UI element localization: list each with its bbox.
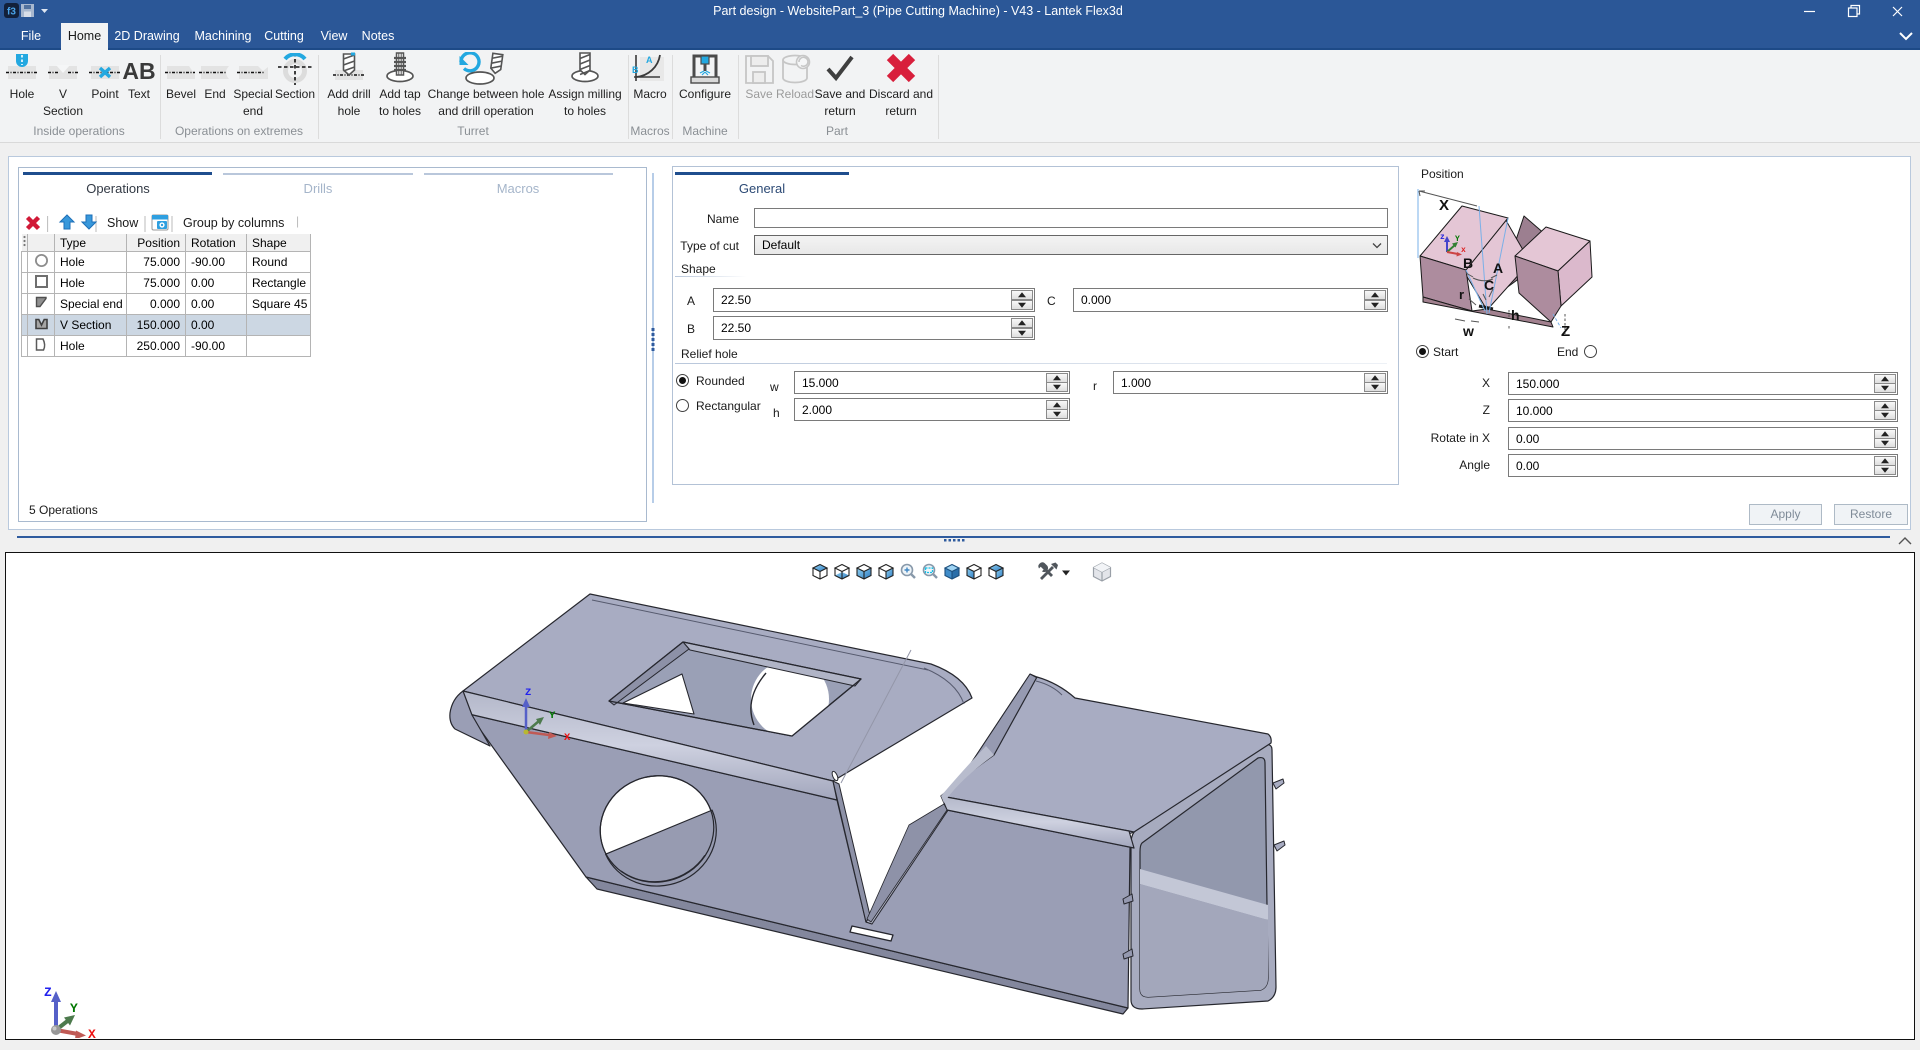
svg-text:Y: Y [549, 710, 556, 722]
svg-text:h: h [1511, 307, 1520, 323]
svg-text:r: r [1459, 287, 1464, 302]
svg-text:Z: Z [525, 687, 531, 699]
svg-text:B: B [1463, 255, 1473, 271]
svg-text:Y: Y [70, 1001, 78, 1016]
svg-text:z: z [1440, 233, 1445, 242]
svg-text:AB: AB [122, 58, 155, 84]
svg-text:Z: Z [44, 985, 52, 1000]
svg-text:Z: Z [1561, 323, 1570, 340]
svg-text:A: A [646, 55, 653, 65]
svg-text:B: B [632, 65, 639, 75]
svg-text:X: X [1439, 197, 1449, 214]
svg-text:C: C [1484, 277, 1494, 293]
svg-text:X: X [88, 1027, 96, 1038]
svg-text:Y: Y [1455, 235, 1460, 244]
svg-text:A: A [1493, 260, 1503, 276]
svg-text:X: X [564, 732, 571, 744]
svg-text:x: x [1461, 246, 1466, 255]
svg-text:w: w [1462, 323, 1474, 339]
